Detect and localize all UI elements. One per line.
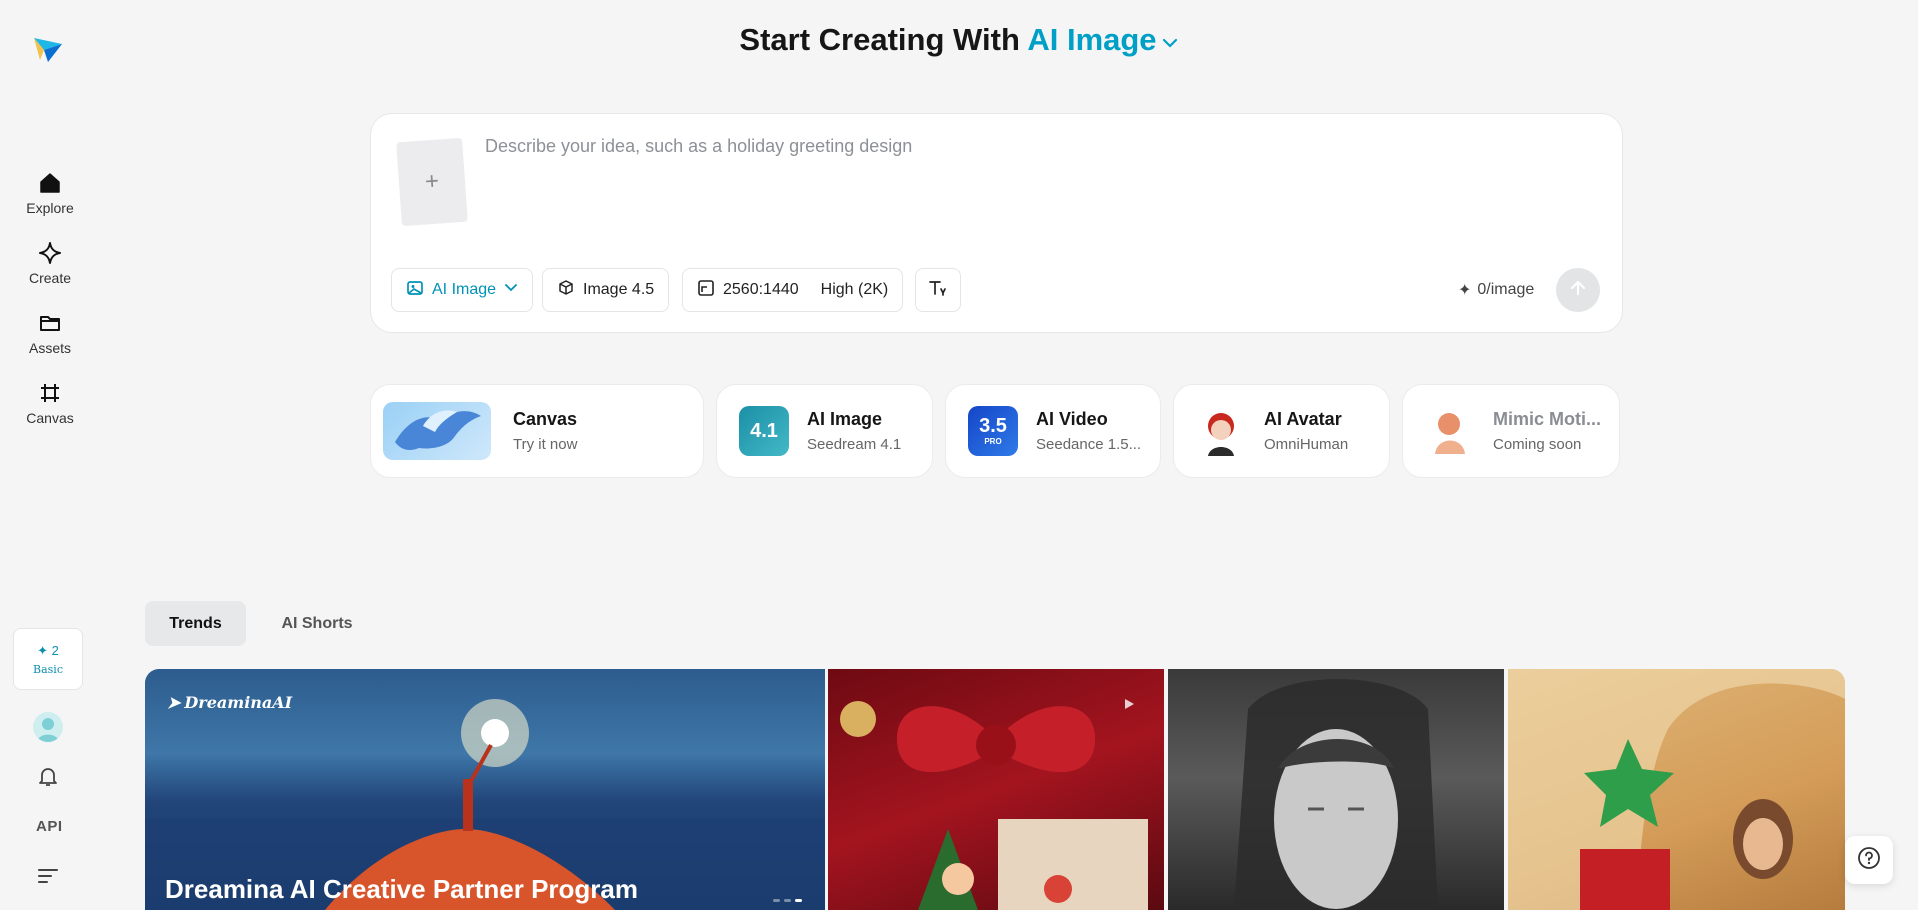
gallery: ➤ DreaminaAI Dreamina AI Creative Partner… [145,669,1845,910]
prompt-input[interactable] [485,136,1585,157]
dreamina-brand: ➤ DreaminaAI [167,693,293,712]
tool-card-title: Canvas [513,409,578,429]
tool-card-subtitle: Seedance 1.5... [1036,436,1142,453]
tool-card-subtitle: OmniHuman [1264,436,1349,453]
credits-count: ✦ 2 [37,642,59,658]
canvas-icon [37,380,63,406]
aspect-ratio-icon [697,279,715,302]
sidebar: Explore Create Assets Canvas ✦ 2 Basic A… [0,0,100,910]
tool-card-title: Mimic Moti... [1493,409,1601,429]
tool-card-title: AI Image [807,409,883,429]
sidebar-item-create[interactable]: Create [0,240,100,286]
tool-card-subtitle: Seedream 4.1 [807,436,902,453]
tool-card-subtitle: Try it now [513,436,578,453]
credits-badge[interactable]: ✦ 2 Basic [13,628,83,690]
tab-trends[interactable]: Trends [145,601,246,646]
arrow-up-icon [1568,278,1588,303]
folder-icon [37,310,63,336]
generation-cost: ✦ 0/image [1458,281,1535,299]
model-selector[interactable]: Image 4.5 [542,268,670,312]
chevron-down-icon [1161,24,1179,60]
sidebar-item-assets[interactable]: Assets [0,310,100,356]
tool-card-ai-avatar[interactable]: AI Avatar OmniHuman [1173,384,1390,478]
help-button[interactable] [1845,836,1893,884]
pegasus-thumbnail [383,402,491,460]
banner-title: Dreamina AI Creative Partner Program [165,874,639,904]
home-icon [37,170,63,196]
avatar[interactable] [33,712,63,742]
tab-ai-shorts[interactable]: AI Shorts [272,601,362,646]
plan-tier: Basic [33,662,63,676]
carousel-dots[interactable] [773,899,802,902]
help-icon [1857,846,1881,875]
mode-selector[interactable]: AI Image [1027,22,1178,57]
sidebar-item-canvas[interactable]: Canvas [0,380,100,426]
sidebar-item-label: Assets [28,340,71,356]
sidebar-item-explore[interactable]: Explore [0,170,100,216]
resolution-selector[interactable]: 2560:1440 High (2K) [682,268,904,312]
upload-reference-button[interactable]: + [396,137,468,227]
tool-card-ai-image[interactable]: 4.1 AI Image Seedream 4.1 [716,384,933,478]
sidebar-item-label: Canvas [26,410,74,426]
tool-card-mimic-motion[interactable]: Mimic Moti... Coming soon [1402,384,1620,478]
api-link[interactable]: API [36,818,63,835]
gallery-item-gift[interactable] [828,669,1164,910]
tool-card-ai-video[interactable]: 3.5 PRO AI Video Seedance 1.5... [945,384,1161,478]
tool-card-subtitle: Coming soon [1493,436,1582,453]
sidebar-item-label: Create [28,270,72,286]
avatar-thumbnail [1196,406,1246,456]
image-icon [406,279,424,302]
seedream-icon: 4.1 [739,406,789,456]
tool-card-title: AI Avatar [1264,409,1342,429]
dreamina-logo-icon: ➤ [167,693,181,712]
text-icon [928,279,948,302]
prompt-box: + AI Image Image 4.5 2560:1440 High (2K)… [370,113,1623,333]
generate-button[interactable] [1556,268,1600,312]
sidebar-item-label: Explore [26,200,74,216]
mode-dropdown[interactable]: AI Image [391,268,534,312]
seedance-icon: 3.5 PRO [968,406,1018,456]
bell-icon[interactable] [36,764,60,788]
text-style-button[interactable] [915,268,961,312]
tool-card-canvas[interactable]: Canvas Try it now [370,384,704,478]
play-icon [1122,697,1136,716]
sparkle-icon: ✦ [1458,282,1472,299]
page-title: Start Creating With AI Image [0,22,1918,60]
mimic-thumbnail [1425,406,1475,456]
tool-card-title: AI Video [1036,409,1108,429]
banner-card[interactable]: ➤ DreaminaAI Dreamina AI Creative Partner… [145,669,825,910]
menu-icon[interactable] [36,866,60,886]
cube-icon [557,279,575,302]
diamond-icon [37,240,63,266]
chevron-down-icon [504,281,518,300]
gallery-item-portrait[interactable] [1168,669,1504,910]
gallery-item-balloon[interactable] [1508,669,1845,910]
